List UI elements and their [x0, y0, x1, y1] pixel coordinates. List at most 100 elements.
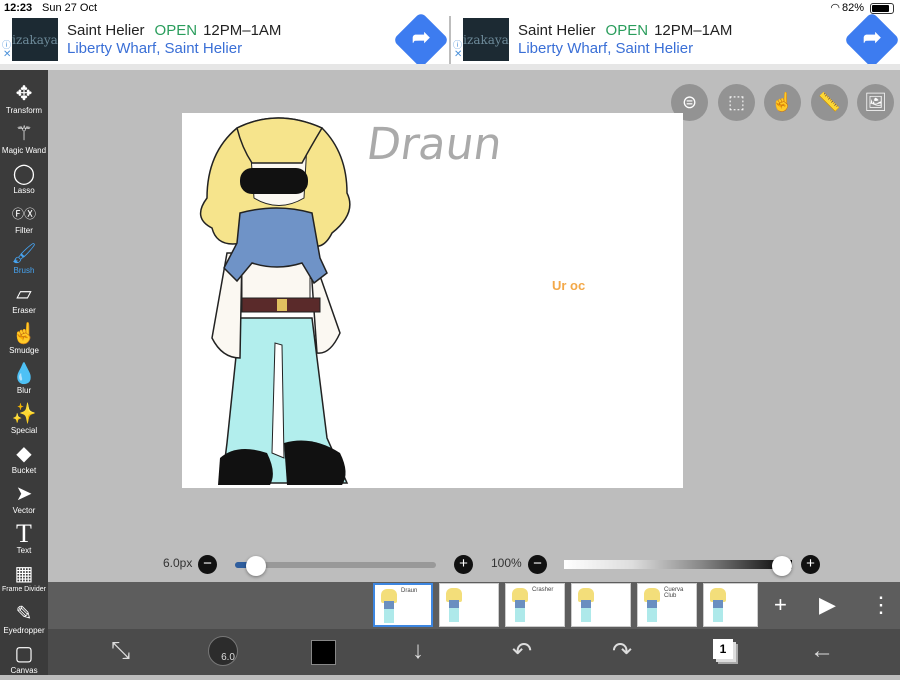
opacity-slider[interactable] — [564, 560, 792, 569]
canvas-icon: ▢ — [14, 643, 34, 665]
tool-label: Frame Divider — [2, 586, 46, 593]
tool-filter[interactable]: ⒻⓍ Filter — [0, 200, 48, 240]
frame-divider-icon: ▦ — [14, 563, 34, 585]
frame-thumbnail[interactable] — [571, 583, 631, 627]
tool-text[interactable]: T Text — [0, 520, 48, 560]
selection-icon[interactable]: ⬚ — [718, 84, 755, 121]
ad-address: Liberty Wharf, Saint Helier — [67, 40, 243, 57]
directions-button[interactable]: ➦ — [392, 11, 450, 69]
frame-caption: Cuerva Club — [664, 587, 684, 599]
more-options-icon[interactable]: ⋮ — [870, 592, 892, 618]
canvas-title-text: Draun — [363, 119, 506, 170]
blur-drop-icon: 💧 — [11, 363, 37, 385]
battery-percent: 82% — [841, 2, 864, 14]
drawing-canvas[interactable]: Draun Ur oc — [182, 113, 683, 488]
opacity-increase-button[interactable]: + — [801, 555, 820, 574]
tool-label: Bucket — [11, 466, 37, 475]
status-bar: 12:23 Sun 27 Oct ◠ 82% — [0, 0, 900, 16]
ad-logo: izakaya — [463, 18, 509, 61]
opacity-decrease-button[interactable]: − — [528, 555, 547, 574]
ad-separator — [0, 64, 900, 70]
ad-place: Saint Helier — [518, 22, 596, 39]
brush-size-increase-button[interactable]: + — [454, 555, 473, 574]
frame-thumbnail[interactable]: Draun — [373, 583, 433, 627]
tool-smudge[interactable]: ☝ Smudge — [0, 320, 48, 360]
frame-caption: Draun — [401, 588, 418, 594]
add-frame-icon[interactable]: + — [774, 592, 787, 618]
opacity-knob[interactable] — [772, 556, 792, 576]
tool-magic-wand[interactable]: ⚚ Magic Wand — [0, 120, 48, 160]
ad-status: OPEN — [605, 22, 649, 39]
brush-size-decrease-button[interactable]: − — [198, 555, 217, 574]
ad-status: OPEN — [154, 22, 198, 39]
battery-icon — [870, 3, 894, 14]
lasso-icon: ◯ — [12, 163, 36, 185]
back-arrow-icon[interactable]: ← — [810, 637, 834, 665]
tool-label: Brush — [13, 266, 35, 275]
layers-button[interactable]: 1 — [713, 639, 733, 659]
tool-vector[interactable]: ➤ Vector — [0, 480, 48, 520]
tool-canvas[interactable]: ▢ Canvas — [0, 640, 48, 680]
tool-special[interactable]: ✨ Special — [0, 400, 48, 440]
download-arrow-icon[interactable]: ↓ — [412, 637, 424, 665]
ad-close-icon[interactable]: ✕ — [454, 49, 462, 60]
frame-thumbnail[interactable]: Crasher — [505, 583, 565, 627]
cursor-icon: ➤ — [15, 483, 33, 505]
directions-button[interactable]: ➦ — [843, 11, 900, 69]
tool-lasso[interactable]: ◯ Lasso — [0, 160, 48, 200]
tool-bucket[interactable]: ◆ Bucket — [0, 440, 48, 480]
tool-label: Magic Wand — [1, 146, 47, 155]
tool-frame-divider[interactable]: ▦ Frame Divider — [0, 560, 48, 600]
brush-size-label: 6.0px — [163, 556, 193, 570]
image-icon[interactable]: 🖼 — [857, 84, 894, 121]
brush-size-button[interactable]: 6.0 — [208, 636, 238, 666]
tool-label: Filter — [15, 226, 33, 235]
tool-label: Transform — [5, 106, 43, 115]
wifi-icon: ◠ — [830, 2, 840, 14]
tool-blur[interactable]: 💧 Blur — [0, 360, 48, 400]
tool-brush[interactable]: 🖌 Brush — [0, 240, 48, 280]
bucket-icon: ◆ — [16, 443, 32, 465]
status-date: Sun 27 Oct — [42, 2, 98, 14]
undo-icon[interactable]: ↶ — [512, 637, 532, 666]
hand-icon[interactable]: ☝ — [764, 84, 801, 121]
directions-arrow-icon: ➦ — [411, 24, 431, 50]
tool-transform[interactable]: ✥ Transform — [0, 80, 48, 120]
ad-banner[interactable]: ⓘ ✕ izakaya Saint Helier OPEN 12PM–1AM Lib… — [0, 11, 450, 69]
directions-arrow-icon: ➦ — [862, 24, 882, 50]
ad-logo: izakaya — [12, 18, 58, 61]
play-icon[interactable]: ▶ — [819, 592, 836, 618]
ad-hours: 12PM–1AM — [654, 22, 733, 39]
redo-icon[interactable]: ↷ — [612, 637, 632, 666]
eyedropper-icon: ✎ — [15, 603, 33, 625]
tool-eraser[interactable]: ▱ Eraser — [0, 280, 48, 320]
frame-thumbnail[interactable]: Cuerva Club — [637, 583, 697, 627]
fx-icon: ⒻⓍ — [11, 207, 36, 221]
ad-close-icon[interactable]: ✕ — [3, 49, 11, 60]
tool-eyedropper[interactable]: ✎ Eyedropper — [0, 600, 48, 640]
ad-banner[interactable]: ⓘ ✕ izakaya Saint Helier OPEN 12PM–1AM Lib… — [451, 11, 900, 69]
brush-size-knob[interactable] — [246, 556, 266, 576]
text-icon: T — [16, 519, 32, 548]
quick-transform-icon[interactable]: ⤡ — [111, 637, 130, 665]
frame-thumbnail[interactable] — [703, 583, 758, 627]
ad-place: Saint Helier — [67, 22, 145, 39]
ad-hours: 12PM–1AM — [203, 22, 282, 39]
eraser-icon: ▱ — [16, 283, 32, 305]
tool-label: Canvas — [10, 666, 38, 675]
tool-label: Vector — [12, 506, 36, 515]
opacity-label: 100% — [491, 556, 522, 570]
status-time: 12:23 — [4, 2, 33, 14]
tool-label: Special — [10, 426, 38, 435]
bottom-toolbar: ⤡ 6.0 ↓ ↶ ↷ 1 ← — [48, 629, 900, 675]
tool-label: Eyedropper — [3, 626, 45, 635]
brush-icon: 🖌 — [11, 243, 37, 265]
tool-label: Smudge — [9, 346, 39, 355]
frame-strip: Draun Crasher Cuerva Club + ▶ ⋮ — [48, 582, 900, 629]
ruler-icon[interactable]: 📏 — [811, 84, 848, 121]
special-icon: ✨ — [11, 403, 37, 425]
color-swatch[interactable] — [311, 640, 336, 665]
frame-thumbnail[interactable] — [439, 583, 499, 627]
slider-bar: 6.0px − + 100% − + — [48, 548, 900, 582]
move-icon: ✥ — [15, 83, 33, 105]
